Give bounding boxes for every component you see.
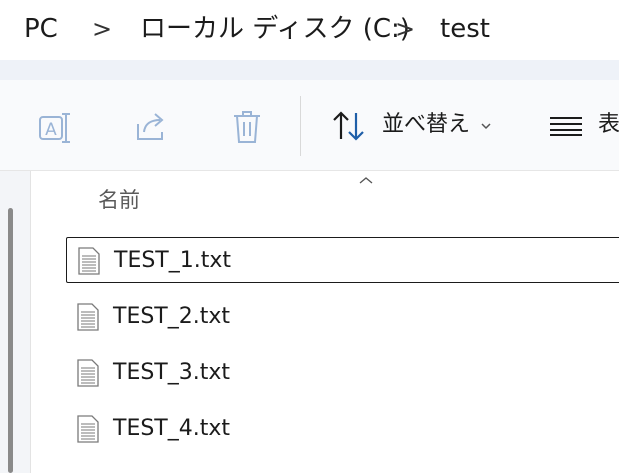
text-file-icon [76,303,100,335]
text-file-icon [76,415,100,447]
rename-icon[interactable]: A [38,110,72,148]
file-row[interactable]: TEST_1.txt [66,237,619,283]
share-icon[interactable] [134,110,168,148]
breadcrumb-separator[interactable]: > [395,12,415,46]
text-file-icon [76,359,100,391]
breadcrumb-item-pc[interactable]: PC [24,12,58,46]
file-name[interactable]: TEST_4.txt [113,414,230,444]
view-button-label[interactable]: 表 [598,110,619,140]
header-divider [0,60,619,80]
file-name[interactable]: TEST_1.txt [114,246,231,276]
breadcrumb: PC > ローカル ディスク (C:) > test [0,0,619,60]
file-row[interactable]: TEST_4.txt [66,406,619,452]
column-header-name[interactable]: 名前 [98,185,140,215]
sort-arrows-icon[interactable] [332,110,366,146]
breadcrumb-item-local-disk[interactable]: ローカル ディスク (C:) [140,12,410,46]
file-row[interactable]: TEST_3.txt [66,350,619,396]
nav-scrollbar[interactable] [8,208,13,473]
trash-icon[interactable] [231,109,263,149]
svg-text:A: A [45,120,57,140]
file-row[interactable]: TEST_2.txt [66,294,619,340]
sort-caret-up-icon [358,170,374,189]
breadcrumb-separator[interactable]: > [92,12,112,46]
breadcrumb-item-test[interactable]: test [440,12,490,46]
text-file-icon [77,247,101,279]
command-bar: A 並べ替え 表 [0,80,619,171]
sort-button-label[interactable]: 並べ替え [382,110,470,140]
pane-divider [30,171,31,473]
toolbar-separator [300,96,301,156]
navigation-pane [0,171,30,473]
file-name[interactable]: TEST_2.txt [113,302,230,332]
file-name[interactable]: TEST_3.txt [113,358,230,388]
chevron-down-icon[interactable] [480,116,492,135]
view-lines-icon[interactable] [550,116,582,140]
